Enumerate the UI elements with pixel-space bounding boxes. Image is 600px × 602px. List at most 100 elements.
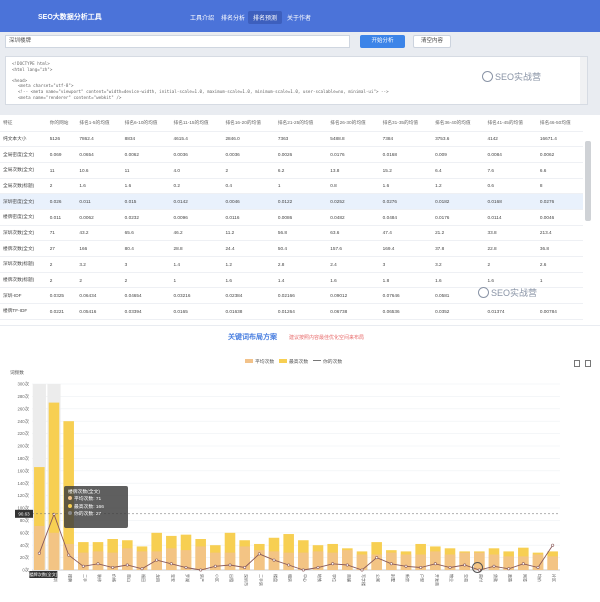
keyword-input[interactable]: 深圳楼牌 — [5, 35, 350, 48]
table-row[interactable]: 深圳次数(标题) 2 3.2 3 1.4 1.2 2.8 2.4 3 3.2 2 2.6 — [0, 256, 583, 273]
x-tick-label: 福田 — [141, 574, 147, 582]
x-tick-label: 写字楼 — [361, 574, 367, 586]
table-cell: 2.6 — [536, 256, 583, 273]
series-point-yours — [96, 562, 100, 566]
table-cell: 0.05416 — [76, 303, 122, 320]
table-cell: 1.6 — [222, 272, 275, 289]
table-cell: 深圳-IDF — [0, 287, 47, 305]
table-cell: 深圳次数(标题) — [0, 256, 47, 273]
x-tick-label: 楼牌 — [68, 574, 74, 582]
table-cell: 深圳密度(全文) — [0, 193, 47, 210]
series-point-yours — [199, 568, 203, 572]
y-tick-label: 300次 — [18, 381, 30, 388]
table-cell: 43.2 — [76, 225, 122, 242]
table-row[interactable]: 楼牌密度(全文) 0.011 0.0062 0.0232 0.0096 0.0116 0.0… — [0, 209, 583, 226]
table-cell: 0.011 — [76, 193, 122, 210]
table-row[interactable]: 楼牌次数(全文) 27 166 80.4 28.8 24.4 50.4 157.6 169.4 3… — [0, 240, 583, 257]
table-cell: 1.4 — [274, 272, 328, 289]
table-cell: 50.4 — [274, 240, 328, 257]
nav-about-author[interactable]: 关于作者 — [282, 11, 316, 24]
table-cell: 0.0036 — [222, 146, 275, 163]
table-cell: 2 — [46, 178, 77, 195]
y-tick-label: 200次 — [18, 443, 30, 450]
table-cell: 0.01374 — [484, 303, 537, 320]
clear-button[interactable]: 清空内容 — [413, 35, 451, 48]
x-tick-label: 房产 — [200, 574, 206, 582]
bar-avg — [459, 552, 470, 570]
table-row[interactable]: 深圳密度(全文) 0.026 0.011 0.015 0.0142 0.0046 0.012… — [0, 193, 583, 210]
table-cell — [536, 287, 583, 305]
table-cell: 2 — [46, 272, 77, 289]
x-tick-label: 深圳市 — [244, 574, 250, 586]
marker-label: 90.63 — [18, 511, 30, 516]
series-point-yours — [521, 562, 525, 566]
table-cell: 0.011 — [46, 209, 77, 226]
x-tick-label: 开发商 — [434, 574, 440, 586]
bar-avg — [92, 551, 104, 570]
table-cell: 3.2 — [76, 256, 122, 273]
series-point-yours — [331, 562, 335, 566]
top-navbar: SEO大数据分析工具 工具介绍 排名分析 排名预测 关于作者 — [0, 0, 600, 32]
table-scrollbar[interactable] — [585, 141, 591, 221]
table-cell: 71 — [46, 225, 77, 242]
table-cell: 0.0084 — [484, 146, 537, 163]
table-row[interactable]: 全局次数(全文) 11 10.6 11 4.0 2 6.2 13.8 15.2 6.4 7.6 6.6 — [0, 162, 583, 179]
table-cell: 8 — [536, 178, 583, 195]
nav-rank-prediction[interactable]: 排名预测 — [248, 11, 283, 24]
table-cell: 2.4 — [327, 256, 380, 273]
watermark-text: SEO实战营 — [495, 72, 542, 82]
table-cell: 3753.6 — [432, 131, 485, 148]
table-row[interactable]: 纯文本大小 5126 7862.4 8834 4615.4 2846.0 7363 5488.… — [0, 131, 583, 148]
series-point-yours — [155, 558, 159, 562]
nav-rank-analysis[interactable]: 排名分析 — [216, 11, 250, 24]
table-cell: 深圳次数(全文) — [0, 225, 47, 242]
x-tick-label: 网签 — [522, 574, 528, 582]
table-cell: 0.0325 — [46, 287, 77, 305]
table-cell: 5488.8 — [327, 131, 380, 148]
code-scrollbar[interactable] — [580, 57, 587, 104]
tooltip-value: 最高次数: 166 — [74, 504, 104, 510]
table-cell: 13.8 — [327, 162, 380, 179]
table-cell: 8834 — [121, 131, 171, 148]
y-tick-label: 220次 — [18, 430, 30, 437]
table-row[interactable]: 楼牌TF-IDF 0.0221 0.05416 0.03394 0.0165 0.0163… — [0, 303, 583, 320]
table-cell: 0.0168 — [484, 193, 537, 210]
column-header: 排名21-25的均值 — [274, 115, 328, 132]
table-cell: 37.8 — [432, 240, 485, 257]
code-line: <meta name="renderer" content="webkit" /… — [18, 94, 122, 100]
x-tick-label: 小区 — [214, 574, 220, 582]
table-cell: 6.6 — [536, 162, 583, 179]
table-row[interactable]: 深圳次数(全文) 71 43.2 65.6 46.2 11.2 56.8 63.6 47.4 21… — [0, 225, 583, 242]
nav-tool-intro[interactable]: 工具介绍 — [185, 11, 219, 24]
bar-avg — [195, 546, 206, 570]
table-cell: 1.6 — [76, 178, 122, 195]
table-row[interactable]: 全局密度(全文) 0.069 0.0654 0.0062 0.0036 0.0036 0.0… — [0, 146, 583, 163]
table-cell: 0.0165 — [170, 303, 223, 320]
y-tick-label: 120次 — [18, 492, 30, 499]
table-row[interactable]: 全局次数(标题) 2 1.6 1.6 0.2 0.4 1 0.8 1.6 1.2 0.6 8 — [0, 178, 583, 195]
table-cell: 11 — [121, 162, 171, 179]
table-cell: 1.6 — [121, 178, 171, 195]
series-point-yours — [243, 566, 247, 570]
series-point-yours — [184, 566, 188, 570]
column-header: 排名6-10的均值 — [121, 115, 171, 132]
table-cell: 2 — [46, 256, 77, 273]
y-tick-label: 280次 — [18, 393, 30, 400]
bar-avg — [356, 554, 368, 570]
y-tick-label: 240次 — [18, 418, 30, 425]
table-cell: 1 — [274, 178, 328, 195]
y-tick-label: 40次 — [20, 542, 30, 549]
bar-avg — [430, 551, 441, 570]
table-cell: 0.01264 — [274, 303, 328, 320]
table-cell: 10.6 — [76, 162, 122, 179]
x-tick-label: 商铺 — [346, 574, 352, 582]
table-cell: 0.0482 — [327, 209, 380, 226]
table-cell: 0.0176 — [327, 146, 380, 163]
analyze-button[interactable]: 开始分析 — [360, 35, 405, 48]
table-cell: 4.0 — [170, 162, 223, 179]
table-cell: 0.03394 — [121, 303, 171, 320]
bar-avg — [386, 552, 397, 570]
series-point-yours — [448, 566, 452, 570]
table-cell: 7862.4 — [76, 131, 122, 148]
x-tick-label: 宝安 — [170, 574, 176, 582]
